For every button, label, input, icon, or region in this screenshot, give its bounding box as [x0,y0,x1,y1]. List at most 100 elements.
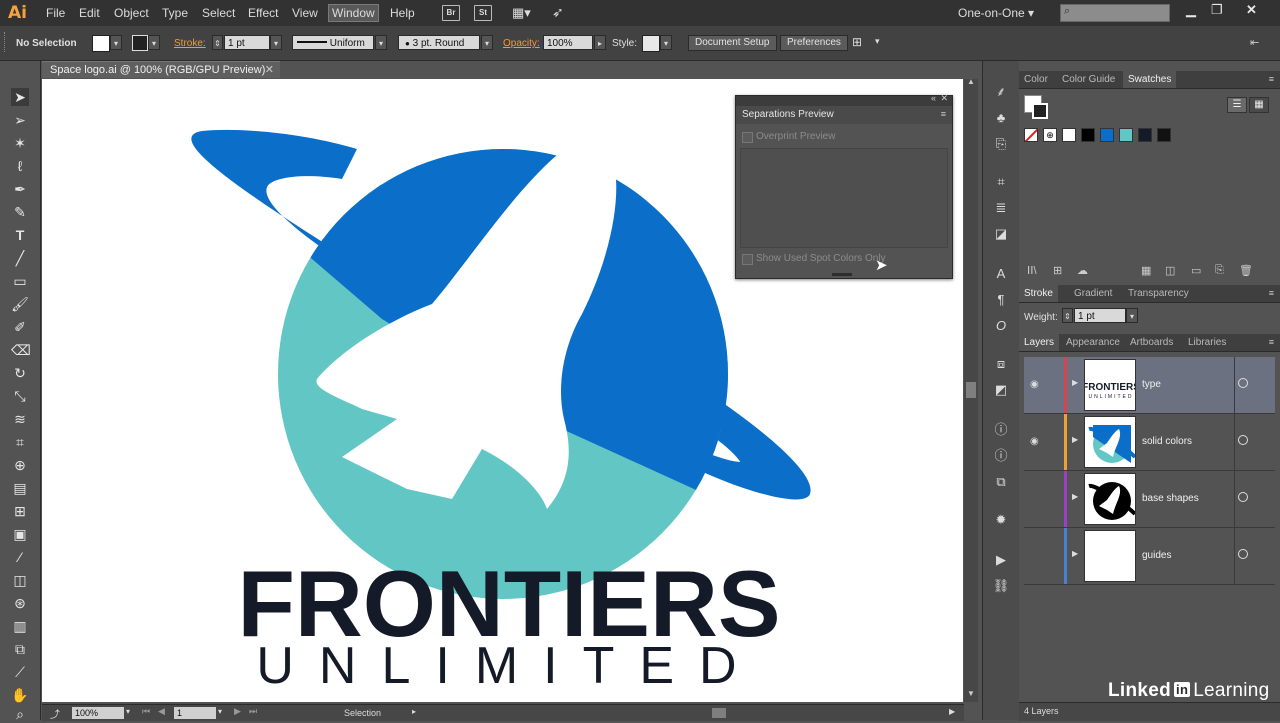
fill-dropdown-icon[interactable]: ▾ [110,35,122,50]
lasso-tool-icon[interactable]: ℓ [11,157,29,175]
menu-view[interactable]: View [292,6,318,20]
first-artboard-icon[interactable]: ⏮ [142,706,150,717]
stock-icon[interactable]: St [474,5,492,21]
pathfinder-panel-icon[interactable]: ◪ [992,225,1010,243]
scroll-up-icon[interactable]: ▲ [967,77,975,86]
links-chain-icon[interactable]: ⛓ [992,577,1010,595]
layer-row-guides[interactable]: ▶ guides [1024,528,1275,585]
canvas-vertical-scrollbar[interactable]: ▲ ▼ [964,77,978,702]
symbols-panel-icon[interactable]: ♣ [992,109,1010,127]
slice-tool-icon[interactable]: ⟋ [11,663,29,681]
scroll-down-icon[interactable]: ▼ [967,689,975,698]
scale-tool-icon[interactable]: ⤡ [11,387,29,405]
opacity-dropdown-icon[interactable]: ▸ [594,35,606,50]
swatch-options-icon[interactable]: ▦ [1141,264,1151,277]
layer-row-solid-colors[interactable]: ◉ ▶ solid colors [1024,414,1275,471]
close-tab-icon[interactable]: ✕ [265,62,274,79]
workspace-switcher[interactable]: One-on-One ▾ [958,6,1034,20]
tab-layers[interactable]: Layers [1019,334,1060,351]
variable-width-profile[interactable]: Uniform [292,35,374,50]
layer-name[interactable]: solid colors [1142,436,1192,447]
gradient-tool-icon[interactable]: ▣ [11,525,29,543]
tab-color[interactable]: Color [1019,71,1053,88]
layer-target-icon[interactable] [1238,435,1248,445]
menu-select[interactable]: Select [202,6,235,20]
paragraph-panel-icon[interactable]: ¶ [992,291,1010,309]
warp-tool-icon[interactable]: ≋ [11,410,29,428]
magic-wand-tool-icon[interactable]: ✶ [11,134,29,152]
previous-artboard-icon[interactable]: ◀ [158,706,165,717]
tab-libraries[interactable]: Libraries [1183,334,1231,351]
swatch-teal[interactable] [1119,128,1133,142]
tab-stroke[interactable]: Stroke [1019,285,1058,302]
menu-window[interactable]: Window [328,4,379,22]
new-color-group-icon[interactable]: ▭ [1191,264,1201,277]
preferences-button[interactable]: Preferences [780,35,848,51]
scroll-right-icon[interactable]: ▶ [949,707,955,716]
stroke-color-swatch[interactable] [1032,103,1048,119]
menu-type[interactable]: Type [162,6,188,20]
rotate-tool-icon[interactable]: ↻ [11,364,29,382]
eraser-tool-icon[interactable]: ⌫ [11,341,31,359]
zoom-tool-icon[interactable]: ⌕ [11,705,29,723]
layer-row-base-shapes[interactable]: ▶ base shapes [1024,471,1275,528]
curvature-tool-icon[interactable]: ✎ [11,203,29,221]
weight-field[interactable]: 1 pt [1074,308,1126,323]
actions-panel-icon[interactable]: ▶ [992,551,1010,569]
pen-tool-icon[interactable]: ✒ [11,180,29,198]
appearance-settings-icon[interactable]: ✹ [992,511,1010,529]
separations-list[interactable] [740,148,948,248]
opentype-panel-icon[interactable]: O [992,317,1010,335]
stroke-swatch[interactable] [132,35,148,51]
zoom-dropdown-icon[interactable]: ▾ [126,707,130,716]
status-mode-arrow-icon[interactable]: ▸ [412,707,416,716]
swatch-none[interactable] [1024,128,1038,142]
arrange-documents-icon[interactable]: ▦▾ [512,5,531,21]
gpu-performance-icon[interactable]: ➶ [552,4,564,21]
layer-name[interactable]: type [1142,379,1161,390]
stroke-label[interactable]: Stroke: [174,38,206,49]
layer-target-icon[interactable] [1238,378,1248,388]
document-setup-button[interactable]: Document Setup [688,35,777,51]
spot-colors-only-checkbox[interactable] [742,254,753,265]
expand-layer-icon[interactable]: ▶ [1072,549,1078,558]
bridge-icon[interactable]: Br [442,5,460,21]
opacity-field[interactable]: 100% [543,35,593,50]
transform-panel-icon[interactable]: ⌗ [992,173,1010,191]
links-panel-icon[interactable]: ⧉ [992,473,1010,491]
column-graph-tool-icon[interactable]: ▥ [11,617,29,635]
tab-color-guide[interactable]: Color Guide [1057,71,1120,88]
image-trace-icon[interactable]: ◩ [992,381,1010,399]
menu-effect[interactable]: Effect [248,6,278,20]
status-mode[interactable]: Selection [344,708,381,718]
swatch-registration[interactable]: ⊕ [1043,128,1057,142]
visibility-eye-icon[interactable]: ◉ [1030,436,1039,447]
character-panel-icon[interactable]: A [992,265,1010,283]
color-group-icon[interactable]: ☁ [1077,264,1088,277]
close-window-icon[interactable]: ✕ [1246,2,1257,18]
export-icon[interactable]: ⤴ [50,706,60,721]
stroke-stepper-icon[interactable]: ⇕ [212,35,223,50]
last-artboard-icon[interactable]: ⏭ [249,706,257,717]
next-artboard-icon[interactable]: ▶ [234,706,241,717]
panel-resize-grip[interactable] [832,273,852,276]
zoom-level-field[interactable]: 100% [72,707,124,719]
menu-edit[interactable]: Edit [79,6,100,20]
eyedropper-tool-icon[interactable]: ⁄ [11,548,29,566]
style-dropdown-icon[interactable]: ▾ [660,35,672,50]
fill-swatch[interactable] [92,35,110,52]
swatch-black[interactable] [1081,128,1095,142]
horizontal-scroll-thumb[interactable] [712,708,726,718]
expand-layer-icon[interactable]: ▶ [1072,492,1078,501]
free-transform-tool-icon[interactable]: ⌗ [11,433,29,451]
align-options-icon[interactable]: ⊞ [852,35,862,49]
swatch-white[interactable] [1062,128,1076,142]
blend-tool-icon[interactable]: ◫ [11,571,29,589]
artboard-dropdown-icon[interactable]: ▾ [218,707,222,716]
new-swatch-icon[interactable]: ⎘ [1215,264,1224,277]
info-panel-icon[interactable]: ⓘ [992,421,1010,439]
document-info-icon[interactable]: ⓘ [992,447,1010,465]
swatch-libraries-icon[interactable]: ⅠⅠ\ [1027,264,1037,277]
expand-layer-icon[interactable]: ▶ [1072,378,1078,387]
expand-layer-icon[interactable]: ▶ [1072,435,1078,444]
